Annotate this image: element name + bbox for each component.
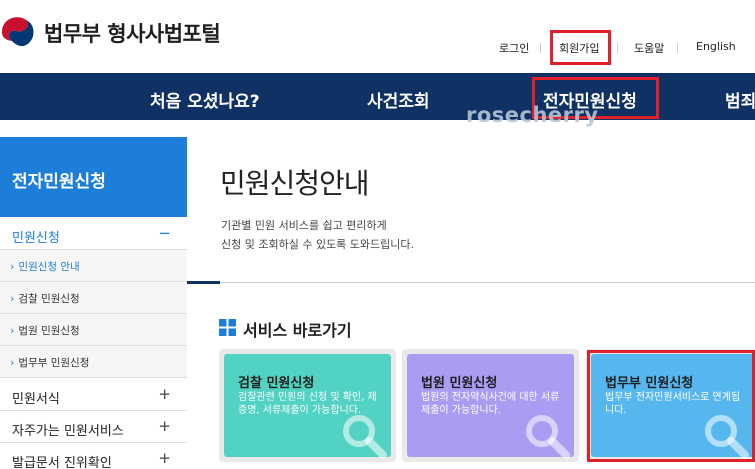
sidebar-subitem-prosecution[interactable]: › 검찰 민원신청	[0, 282, 187, 314]
card-body: 법원 민원신청 법원의 전자약식사건에 대한 서류제출이 가능합니다.	[407, 354, 574, 459]
login-link[interactable]: 로그인	[499, 40, 529, 56]
windows-grid-icon	[219, 319, 236, 336]
sidebar-item-document-verification[interactable]: 발급문서 진위확인 +	[0, 443, 187, 469]
util-divider	[677, 43, 678, 53]
highlight-box-ministry-card	[587, 350, 755, 462]
nav-item-case-inquiry[interactable]: 사건조회	[367, 87, 430, 112]
util-divider	[540, 43, 541, 53]
card-body: 검찰 민원신청 검찰관련 민원의 신청 및 확인, 제증명, 서류제출이 가능합…	[224, 354, 391, 459]
highlight-box-signup	[550, 30, 611, 65]
nav-item-crime[interactable]: 범죄	[725, 87, 755, 112]
page-description-line: 기관별 민원 서비스를 쉽고 편리하게	[221, 219, 387, 232]
chevron-right-icon: ›	[10, 292, 15, 305]
card-title: 검찰 민원신청	[238, 376, 315, 391]
sidebar-heading-text: 전자민원신청	[12, 172, 106, 192]
watermark: rosecherry	[466, 103, 599, 127]
sidebar-item-label: 발급문서 진위확인	[12, 456, 112, 469]
sidebar-heading: 전자민원신청	[0, 137, 187, 217]
page-description-line: 신청 및 조회하실 수 있도록 도와드립니다.	[221, 238, 415, 251]
chevron-right-icon: ›	[10, 260, 15, 273]
chevron-right-icon: ›	[10, 356, 15, 369]
sidebar-item-frequent-services[interactable]: 자주가는 민원서비스 +	[0, 411, 187, 443]
page-title: 민원신청안내	[220, 167, 370, 200]
chevron-right-icon: ›	[10, 324, 15, 337]
sidebar-item-label: 민원서식	[12, 392, 60, 407]
sidebar-subitem-label: › 민원신청 안내	[10, 260, 80, 273]
card-title: 법원 민원신청	[421, 376, 498, 391]
sidebar-item-forms[interactable]: 민원서식 +	[0, 378, 187, 411]
content-divider	[187, 282, 755, 283]
sidebar-subitem-label: › 법무부 민원신청	[10, 356, 90, 369]
sidebar-subitem-ministry[interactable]: › 법무부 민원신청	[0, 346, 187, 378]
card-court-petition[interactable]: 법원 민원신청 법원의 전자약식사건에 대한 서류제출이 가능합니다.	[402, 349, 579, 462]
plus-icon[interactable]: +	[158, 449, 171, 467]
search-icon	[343, 415, 387, 459]
service-shortcut-heading: 서비스 바로가기	[243, 321, 352, 340]
plus-icon[interactable]: +	[158, 385, 171, 403]
page: 법무부 형사사법포털 로그인 회원가입 도움말 English 처음 오셨나요?…	[0, 0, 755, 469]
sidebar-item-label: 자주가는 민원서비스	[12, 424, 124, 439]
help-link[interactable]: 도움말	[634, 40, 664, 56]
minus-icon[interactable]: −	[158, 224, 171, 242]
nav-item-first-visit[interactable]: 처음 오셨나요?	[150, 87, 260, 112]
plus-icon[interactable]: +	[158, 417, 171, 435]
sidebar-subitem-label: › 검찰 민원신청	[10, 292, 80, 305]
header: 법무부 형사사법포털 로그인 회원가입 도움말 English	[0, 0, 755, 73]
card-prosecution-petition[interactable]: 검찰 민원신청 검찰관련 민원의 신청 및 확인, 제증명, 서류제출이 가능합…	[219, 349, 396, 462]
korea-government-logo-icon[interactable]	[0, 10, 40, 50]
search-icon	[526, 415, 570, 459]
content-divider-accent	[187, 281, 220, 284]
sidebar-subitem-label: › 법원 민원신청	[10, 324, 80, 337]
english-link[interactable]: English	[696, 40, 736, 53]
sidebar-subitem-guide[interactable]: › 민원신청 안내	[0, 250, 187, 282]
site-title[interactable]: 법무부 형사사법포털	[44, 18, 221, 48]
sidebar-item-civil-application[interactable]: 민원신청 −	[0, 217, 187, 250]
sidebar-item-label: 민원신청	[12, 231, 60, 246]
util-divider	[617, 43, 618, 53]
sidebar-subitem-court[interactable]: › 법원 민원신청	[0, 314, 187, 346]
